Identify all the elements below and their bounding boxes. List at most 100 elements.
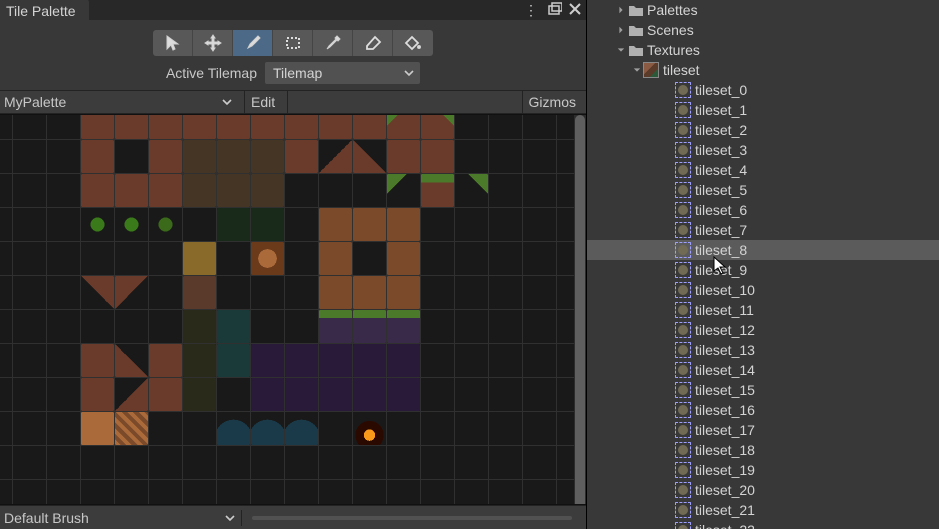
- palette-tile[interactable]: [421, 174, 454, 207]
- palette-tile[interactable]: [251, 242, 284, 275]
- brush-tool[interactable]: [233, 30, 273, 56]
- palette-tile[interactable]: [81, 378, 114, 411]
- panel-tab[interactable]: Tile Palette: [0, 0, 89, 20]
- hierarchy-sprite[interactable]: tileset_13: [587, 340, 939, 360]
- palette-tile[interactable]: [455, 174, 488, 207]
- palette-tile[interactable]: [285, 412, 318, 445]
- hierarchy-sprite[interactable]: tileset_1: [587, 100, 939, 120]
- palette-tile[interactable]: [81, 412, 114, 445]
- palette-tile[interactable]: [319, 344, 352, 377]
- palette-tile[interactable]: [319, 208, 352, 241]
- palette-tile[interactable]: [353, 412, 386, 445]
- brush-dropdown[interactable]: Default Brush: [4, 510, 242, 526]
- palette-tile[interactable]: [353, 344, 386, 377]
- hierarchy-sprite[interactable]: tileset_14: [587, 360, 939, 380]
- palette-tile[interactable]: [285, 378, 318, 411]
- palette-tile[interactable]: [319, 140, 352, 173]
- palette-tile[interactable]: [81, 344, 114, 377]
- hierarchy-sprite[interactable]: tileset_2: [587, 120, 939, 140]
- hierarchy-sprite[interactable]: tileset_5: [587, 180, 939, 200]
- palette-tile[interactable]: [387, 378, 420, 411]
- hierarchy-sprite[interactable]: tileset_15: [587, 380, 939, 400]
- palette-tile[interactable]: [387, 276, 420, 309]
- palette-canvas[interactable]: [0, 114, 586, 505]
- zoom-slider[interactable]: [252, 516, 572, 520]
- palette-tile[interactable]: [319, 276, 352, 309]
- picker-tool[interactable]: [313, 30, 353, 56]
- palette-tile[interactable]: [149, 208, 182, 241]
- palette-tile[interactable]: [81, 174, 114, 207]
- palette-tile[interactable]: [217, 412, 250, 445]
- palette-tile[interactable]: [387, 310, 420, 343]
- hierarchy-sprite[interactable]: tileset_11: [587, 300, 939, 320]
- hierarchy-sprite[interactable]: tileset_21: [587, 500, 939, 520]
- palette-tile[interactable]: [251, 412, 284, 445]
- palette-tile[interactable]: [115, 174, 148, 207]
- hierarchy-sprite[interactable]: tileset_12: [587, 320, 939, 340]
- gizmos-toggle[interactable]: Gizmos: [529, 92, 582, 112]
- palette-tile[interactable]: [217, 114, 250, 139]
- hierarchy-sprite[interactable]: tileset_10: [587, 280, 939, 300]
- palette-tile[interactable]: [183, 378, 216, 411]
- palette-tile[interactable]: [81, 114, 114, 139]
- palette-tile[interactable]: [149, 378, 182, 411]
- hierarchy-sprite[interactable]: tileset_6: [587, 200, 939, 220]
- palette-tile[interactable]: [149, 114, 182, 139]
- palette-tile[interactable]: [285, 344, 318, 377]
- palette-tile[interactable]: [183, 174, 216, 207]
- palette-tile[interactable]: [319, 114, 352, 139]
- palette-tile[interactable]: [149, 344, 182, 377]
- hierarchy-sprite[interactable]: tileset_4: [587, 160, 939, 180]
- rect-tool[interactable]: [273, 30, 313, 56]
- add-tab-icon[interactable]: [548, 2, 562, 19]
- hierarchy-sprite[interactable]: tileset_3: [587, 140, 939, 160]
- palette-tile[interactable]: [183, 114, 216, 139]
- hierarchy-folder[interactable]: Scenes: [587, 20, 939, 40]
- palette-tile[interactable]: [183, 276, 216, 309]
- close-icon[interactable]: [568, 2, 582, 19]
- palette-tile[interactable]: [353, 378, 386, 411]
- palette-dropdown[interactable]: MyPalette: [4, 92, 238, 112]
- palette-tile[interactable]: [387, 174, 420, 207]
- palette-tile[interactable]: [353, 140, 386, 173]
- palette-tile[interactable]: [353, 310, 386, 343]
- palette-tile[interactable]: [421, 140, 454, 173]
- foldout-icon[interactable]: [631, 66, 643, 74]
- hierarchy-sprite[interactable]: tileset_17: [587, 420, 939, 440]
- hierarchy-texture[interactable]: tileset: [587, 60, 939, 80]
- edit-palette-button[interactable]: Edit: [251, 92, 281, 112]
- palette-tile[interactable]: [421, 114, 454, 139]
- scrollbar-thumb[interactable]: [575, 115, 585, 505]
- hierarchy-folder[interactable]: Palettes: [587, 0, 939, 20]
- palette-tile[interactable]: [149, 174, 182, 207]
- foldout-icon[interactable]: [615, 46, 627, 54]
- hierarchy-sprite[interactable]: tileset_0: [587, 80, 939, 100]
- palette-tile[interactable]: [115, 276, 148, 309]
- palette-tile[interactable]: [217, 310, 250, 343]
- palette-tile[interactable]: [387, 344, 420, 377]
- foldout-icon[interactable]: [615, 26, 627, 34]
- palette-tile[interactable]: [251, 174, 284, 207]
- fill-tool[interactable]: [393, 30, 433, 56]
- hierarchy-sprite[interactable]: tileset_16: [587, 400, 939, 420]
- palette-tile[interactable]: [217, 344, 250, 377]
- palette-tile[interactable]: [217, 140, 250, 173]
- palette-tile[interactable]: [217, 174, 250, 207]
- palette-tile[interactable]: [251, 114, 284, 139]
- palette-tile[interactable]: [353, 114, 386, 139]
- palette-tile[interactable]: [319, 378, 352, 411]
- hierarchy-sprite[interactable]: tileset_18: [587, 440, 939, 460]
- hierarchy-sprite[interactable]: tileset_19: [587, 460, 939, 480]
- palette-tile[interactable]: [319, 310, 352, 343]
- move-tool[interactable]: [193, 30, 233, 56]
- palette-tile[interactable]: [353, 276, 386, 309]
- palette-tile[interactable]: [183, 310, 216, 343]
- palette-tile[interactable]: [387, 114, 420, 139]
- palette-tile[interactable]: [353, 208, 386, 241]
- palette-tile[interactable]: [115, 114, 148, 139]
- palette-tile[interactable]: [115, 344, 148, 377]
- hierarchy-sprite[interactable]: tileset_9: [587, 260, 939, 280]
- palette-tile[interactable]: [183, 242, 216, 275]
- palette-tile[interactable]: [251, 140, 284, 173]
- palette-tile[interactable]: [285, 114, 318, 139]
